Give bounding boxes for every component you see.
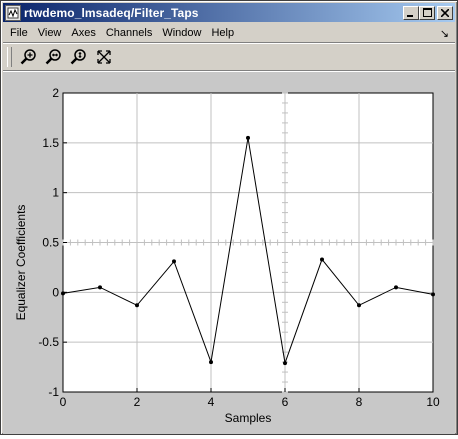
filter-taps-chart[interactable]: 0 2 4 6 8 10 -1 -0.5 0 0.5 1 1.5 2 Samples Equalizer C… <box>3 72 455 434</box>
data-point[interactable] <box>61 291 65 296</box>
zoom-in-icon <box>20 49 36 65</box>
close-icon <box>441 8 449 17</box>
menu-help[interactable]: Help <box>207 27 238 39</box>
data-point[interactable] <box>98 285 102 290</box>
x-tick-label: 6 <box>282 395 289 409</box>
y-tick-label: 2 <box>52 86 59 100</box>
x-tick-label: 4 <box>208 395 215 409</box>
toolbar-grip[interactable] <box>7 47 12 67</box>
menu-file[interactable]: File <box>3 27 32 39</box>
toolbar <box>3 44 455 70</box>
x-tick-label: 0 <box>60 395 67 409</box>
menu-bar: File View Axes Channels Window Help ↘ <box>3 24 455 42</box>
x-tick-label: 8 <box>356 395 363 409</box>
minimize-icon <box>407 14 413 17</box>
data-point[interactable] <box>172 259 176 264</box>
x-tick-label: 10 <box>426 395 440 409</box>
maximize-icon <box>422 8 432 17</box>
menu-axes[interactable]: Axes <box>67 27 99 39</box>
y-tick-label: 1 <box>52 186 59 200</box>
autoscale-icon <box>97 50 111 64</box>
matlab-app-icon <box>5 4 21 21</box>
data-point[interactable] <box>135 303 139 308</box>
maximize-button[interactable] <box>419 5 435 20</box>
zoom-y-button[interactable] <box>68 46 90 68</box>
data-point[interactable] <box>209 360 213 365</box>
plot-area: 0 2 4 6 8 10 -1 -0.5 0 0.5 1 1.5 2 Samples Equalizer C… <box>3 72 455 434</box>
y-tick-label: 0 <box>52 285 59 299</box>
menu-channels[interactable]: Channels <box>102 27 156 39</box>
y-tick-label: 0.5 <box>42 236 59 250</box>
dock-arrow-icon[interactable]: ↘ <box>440 27 449 40</box>
data-point[interactable] <box>320 257 324 262</box>
title-bar[interactable]: rtwdemo_lmsadeq/Filter_Taps <box>3 3 455 22</box>
window-title: rtwdemo_lmsadeq/Filter_Taps <box>24 5 199 20</box>
data-point[interactable] <box>246 135 250 140</box>
x-axis-label: Samples <box>225 411 272 425</box>
data-point[interactable] <box>283 361 287 366</box>
zoom-in-button[interactable] <box>18 46 40 68</box>
close-button[interactable] <box>437 5 453 20</box>
minimize-button[interactable] <box>403 5 419 20</box>
data-point[interactable] <box>394 285 398 290</box>
zoom-x-button[interactable] <box>43 46 65 68</box>
data-point[interactable] <box>431 292 435 297</box>
zoom-x-icon <box>45 49 61 65</box>
y-tick-label: -1 <box>48 385 59 399</box>
zoom-y-icon <box>70 49 86 65</box>
autoscale-button[interactable] <box>93 46 115 68</box>
window-controls <box>403 5 453 20</box>
y-tick-label: -0.5 <box>38 335 59 349</box>
scope-window: rtwdemo_lmsadeq/Filter_Taps File View Ax… <box>0 0 458 435</box>
x-tick-label: 2 <box>134 395 141 409</box>
menu-window[interactable]: Window <box>158 27 205 39</box>
data-point[interactable] <box>357 303 361 308</box>
menu-view[interactable]: View <box>34 27 66 39</box>
y-tick-label: 1.5 <box>42 136 59 150</box>
y-axis-label: Equalizer Coefficients <box>14 205 28 321</box>
